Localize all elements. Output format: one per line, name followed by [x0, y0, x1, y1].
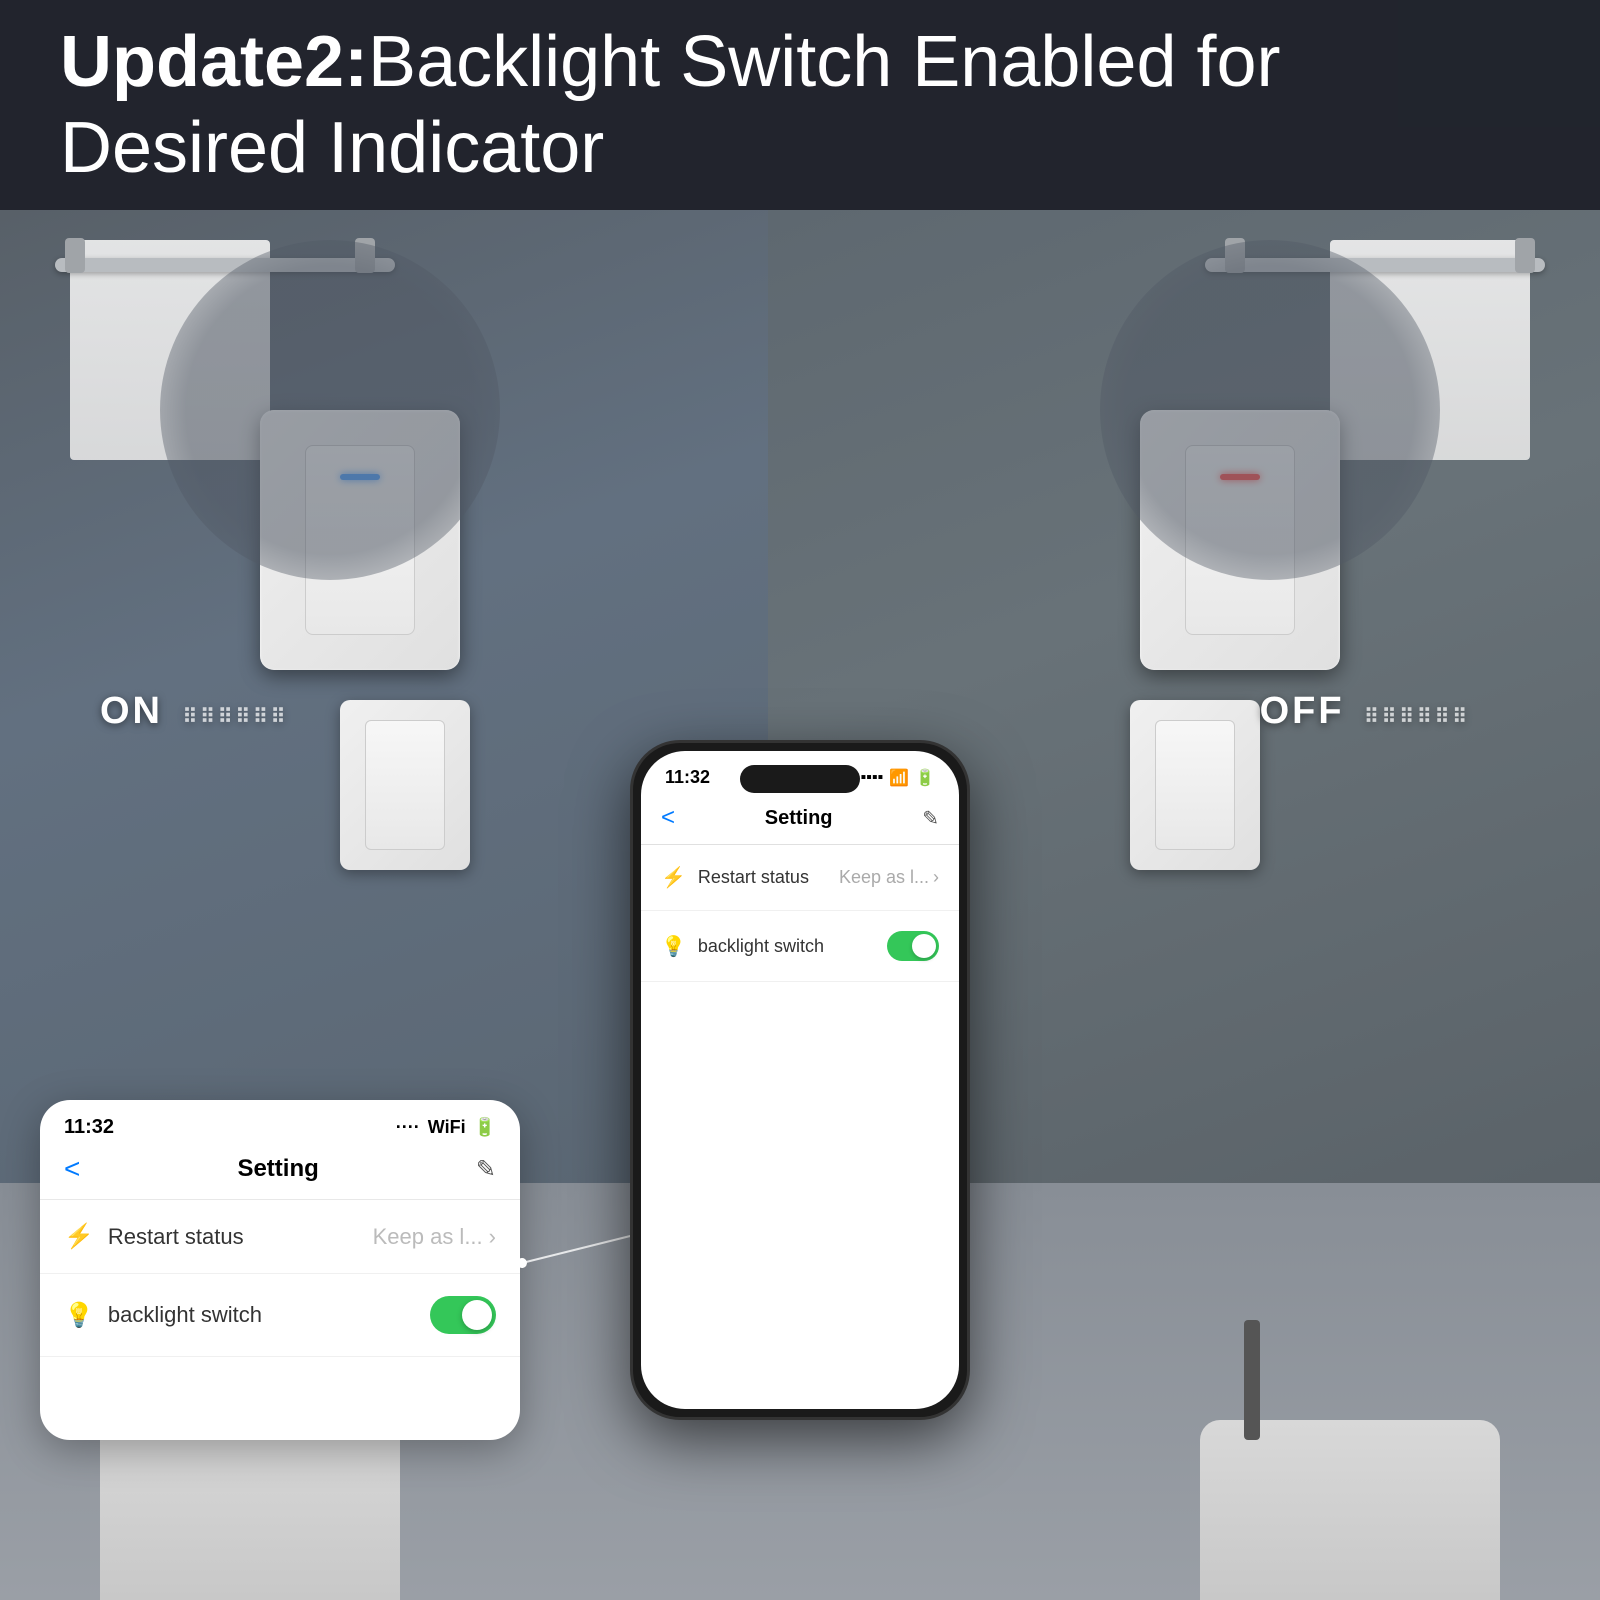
- small-switch-right[interactable]: [1130, 700, 1260, 870]
- lightning-icon: ⚡: [64, 1222, 94, 1251]
- app-card-header: < Setting ✎: [40, 1147, 520, 1200]
- phone-restart-left: ⚡ Restart status: [661, 865, 809, 890]
- dots-icon-right: ⠿⠿⠿⠿⠿⠿: [1364, 706, 1470, 728]
- rack-support-right1: [1515, 238, 1535, 273]
- indicator-blue-left: [340, 474, 380, 480]
- faucet-right: [1244, 1320, 1260, 1440]
- on-text: ON: [100, 690, 163, 732]
- app-card-row-restart[interactable]: ⚡ Restart status Keep as l... ›: [40, 1200, 520, 1274]
- header-bar: Update2:Backlight Switch Enabled for Des…: [0, 0, 1600, 210]
- bathtub-left: [100, 1420, 400, 1600]
- bathroom-scene: ON ⠿⠿⠿⠿⠿⠿ OFF ⠿⠿⠿⠿⠿⠿ 11:32 ···· WiFi 🔋 <…: [0, 210, 1600, 1600]
- app-card-edit-button[interactable]: ✎: [476, 1155, 496, 1184]
- phone-lightning-icon: ⚡: [661, 865, 686, 890]
- app-card-back-button[interactable]: <: [64, 1153, 80, 1185]
- signal-dots-icon: ····: [396, 1117, 420, 1138]
- restart-row-left: ⚡ Restart status: [64, 1222, 244, 1251]
- phone-screen: 11:32 ▪▪▪▪ 📶 🔋 < Setting ✎ ⚡ Restart sta…: [641, 751, 959, 1409]
- rack-bar-left: [55, 258, 395, 272]
- phone-backlight-toggle[interactable]: [887, 931, 939, 961]
- phone-back-button[interactable]: <: [661, 804, 675, 832]
- app-card-status-bar: 11:32 ···· WiFi 🔋: [40, 1100, 520, 1147]
- app-card-title: Setting: [237, 1155, 318, 1183]
- phone-chevron-icon: ›: [933, 867, 939, 888]
- on-state-label: ON ⠿⠿⠿⠿⠿⠿: [100, 690, 288, 733]
- phone-battery-icon: 🔋: [915, 768, 935, 788]
- header-title: Update2:Backlight Switch Enabled for Des…: [60, 19, 1540, 192]
- rack-support-left: [65, 238, 85, 273]
- phone-restart-value: Keep as l... ›: [839, 867, 939, 888]
- phone-edit-button[interactable]: ✎: [922, 806, 939, 831]
- phone-backlight-left: 💡 backlight switch: [661, 934, 824, 959]
- towel-left: [70, 240, 270, 460]
- phone-status-right: ▪▪▪▪ 📶 🔋: [860, 768, 935, 788]
- small-button-left[interactable]: [365, 720, 445, 850]
- restart-value-text: Keep as l...: [373, 1224, 483, 1250]
- phone-wifi-icon: 📶: [889, 768, 909, 788]
- app-card-time: 11:32: [64, 1116, 114, 1139]
- small-switch-left[interactable]: [340, 700, 470, 870]
- chevron-icon: ›: [489, 1224, 496, 1250]
- app-card: 11:32 ···· WiFi 🔋 < Setting ✎ ⚡ Restart …: [40, 1100, 520, 1440]
- phone-row-backlight[interactable]: 💡 backlight switch: [641, 911, 959, 982]
- phone-notch: [740, 765, 860, 793]
- header-title-bold: Update2:: [60, 22, 368, 102]
- phone-large: 11:32 ▪▪▪▪ 📶 🔋 < Setting ✎ ⚡ Restart sta…: [630, 740, 970, 1420]
- restart-value: Keep as l... ›: [373, 1224, 496, 1250]
- wall-switch-right[interactable]: [1140, 410, 1340, 670]
- indicator-red-right: [1220, 474, 1260, 480]
- phone-restart-label: Restart status: [698, 867, 809, 888]
- switch-button-right[interactable]: [1185, 445, 1295, 635]
- phone-signal-icon: ▪▪▪▪: [860, 769, 883, 787]
- backlight-label: backlight switch: [108, 1302, 262, 1328]
- backlight-toggle[interactable]: [430, 1296, 496, 1334]
- phone-title: Setting: [765, 807, 833, 830]
- wifi-icon: WiFi: [428, 1117, 466, 1138]
- switch-button-left[interactable]: [305, 445, 415, 635]
- phone-backlight-label: backlight switch: [698, 936, 824, 957]
- battery-icon: 🔋: [474, 1117, 496, 1138]
- bathtub-right: [1200, 1420, 1500, 1600]
- dots-icon-left: ⠿⠿⠿⠿⠿⠿: [183, 706, 289, 728]
- rack-bar-right: [1205, 258, 1545, 272]
- app-card-status-right: ···· WiFi 🔋: [396, 1117, 496, 1138]
- phone-bulb-icon: 💡: [661, 934, 686, 959]
- wall-switch-left[interactable]: [260, 410, 460, 670]
- phone-row-restart[interactable]: ⚡ Restart status Keep as l... ›: [641, 845, 959, 911]
- phone-header: < Setting ✎: [641, 796, 959, 845]
- app-card-row-backlight[interactable]: 💡 backlight switch: [40, 1274, 520, 1357]
- off-text: OFF: [1260, 690, 1345, 732]
- small-button-right[interactable]: [1155, 720, 1235, 850]
- rack-support-left2: [355, 238, 375, 273]
- phone-time: 11:32: [665, 767, 710, 788]
- restart-label: Restart status: [108, 1224, 244, 1250]
- bulb-icon: 💡: [64, 1301, 94, 1330]
- off-state-label: OFF ⠿⠿⠿⠿⠿⠿: [1260, 690, 1470, 733]
- rack-support-right2: [1225, 238, 1245, 273]
- backlight-row-left: 💡 backlight switch: [64, 1301, 262, 1330]
- towel-right: [1330, 240, 1530, 460]
- phone-restart-value-text: Keep as l...: [839, 867, 929, 888]
